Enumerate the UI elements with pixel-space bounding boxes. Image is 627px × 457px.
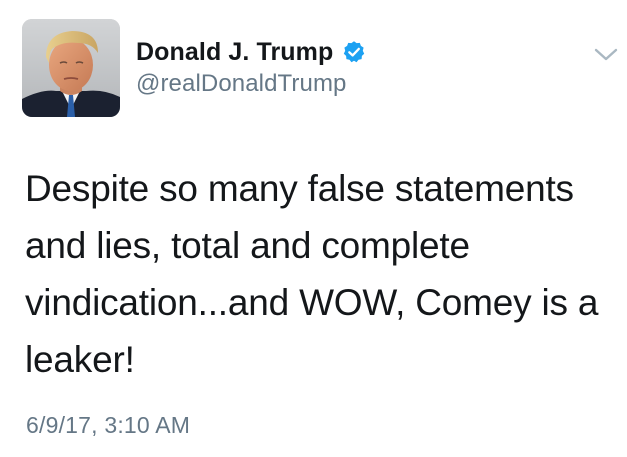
tweet-timestamp[interactable]: 6/9/17, 3:10 AM [26,412,190,439]
chevron-down-icon[interactable] [592,46,620,64]
name-row: Donald J. Trump [136,37,556,67]
verified-badge-icon [342,40,366,64]
user-handle[interactable]: @realDonaldTrump [136,70,556,98]
tweet-header: Donald J. Trump @realDonaldTrump [136,37,556,98]
tweet-card: Donald J. Trump @realDonaldTrump Despite… [0,0,627,457]
avatar[interactable] [22,19,120,117]
tweet-text: Despite so many false statements and lie… [25,168,599,380]
display-name[interactable]: Donald J. Trump [136,38,333,67]
profile-photo [22,19,120,117]
